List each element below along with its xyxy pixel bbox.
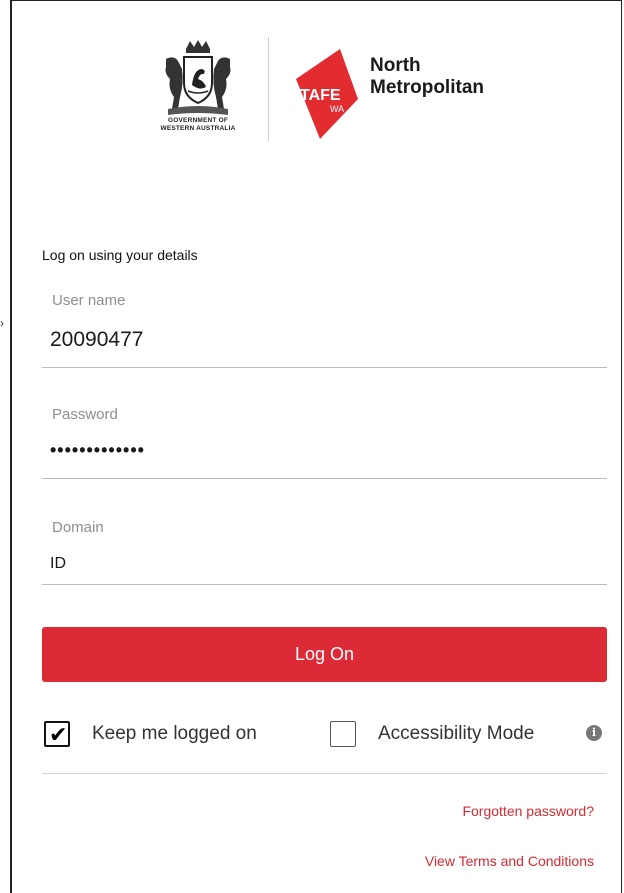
gov-line-1: GOVERNMENT OF bbox=[167, 117, 229, 124]
institute-name-line-1: North bbox=[370, 55, 421, 76]
password-label: Password bbox=[52, 406, 118, 423]
username-label: User name bbox=[52, 292, 126, 309]
login-panel: GOVERNMENT OF WESTERN AUSTRALIA TAFE WA … bbox=[10, 0, 622, 893]
tafe-badge-sub: WA bbox=[330, 104, 344, 114]
accessibility-mode-checkbox[interactable] bbox=[330, 721, 356, 747]
domain-field[interactable]: Domain ID bbox=[42, 519, 607, 585]
log-on-button[interactable]: Log On bbox=[42, 627, 607, 682]
wa-coat-of-arms-icon bbox=[165, 40, 231, 115]
forgotten-password-link[interactable]: Forgotten password? bbox=[462, 803, 594, 819]
checkmark-icon: ✔ bbox=[49, 722, 68, 747]
edge-marker: › bbox=[0, 316, 4, 330]
keep-logged-on-checkbox[interactable]: ✔ bbox=[44, 721, 70, 747]
username-input[interactable]: 20090477 bbox=[50, 328, 143, 352]
accessibility-mode-label: Accessibility Mode bbox=[378, 723, 535, 744]
government-wordmark: GOVERNMENT OF WESTERN AUSTRALIA bbox=[136, 117, 260, 133]
password-field[interactable]: Password ••••••••••••• bbox=[42, 406, 607, 479]
domain-input[interactable]: ID bbox=[50, 555, 66, 573]
logo-header: GOVERNMENT OF WESTERN AUSTRALIA TAFE WA … bbox=[12, 31, 624, 146]
form-heading: Log on using your details bbox=[42, 247, 198, 263]
username-field[interactable]: User name 20090477 bbox=[42, 292, 607, 368]
keep-logged-on-option[interactable]: ✔ Keep me logged on bbox=[44, 719, 257, 749]
password-input[interactable]: ••••••••••••• bbox=[50, 440, 145, 461]
accessibility-mode-option[interactable]: Accessibility Mode bbox=[330, 719, 534, 749]
gov-line-2: WESTERN AUSTRALIA bbox=[160, 125, 236, 132]
logo-divider bbox=[268, 37, 269, 141]
keep-logged-on-label: Keep me logged on bbox=[92, 723, 257, 744]
tafe-wa-logo: TAFE WA bbox=[296, 49, 358, 139]
tafe-badge-text: TAFE bbox=[300, 87, 341, 104]
institute-name: North Metropolitan bbox=[370, 55, 484, 99]
terms-and-conditions-link[interactable]: View Terms and Conditions bbox=[425, 853, 594, 869]
info-icon[interactable]: i bbox=[586, 725, 602, 741]
institute-name-line-2: Metropolitan bbox=[370, 77, 484, 98]
domain-label: Domain bbox=[52, 519, 104, 536]
divider bbox=[42, 773, 607, 774]
